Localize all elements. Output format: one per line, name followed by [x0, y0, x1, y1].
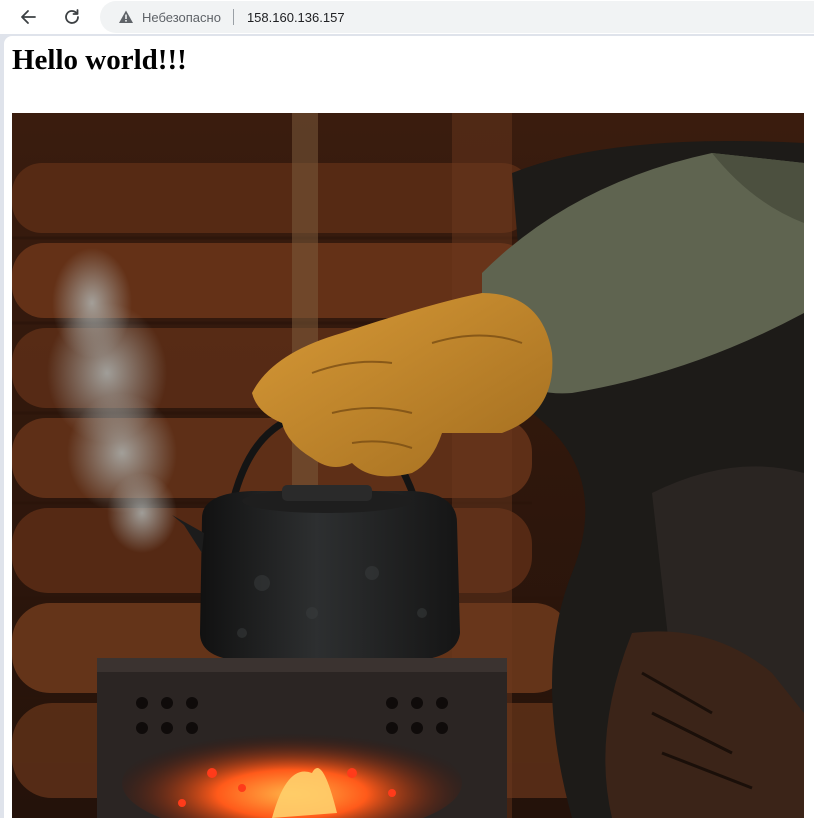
page-viewport: Hello world!!! [4, 36, 814, 818]
kettle-photo [12, 113, 804, 818]
browser-toolbar: Небезопасно 158.160.136.157 [0, 0, 814, 34]
kettle-photo-illustration [12, 113, 804, 818]
arrow-left-icon [21, 10, 36, 24]
reload-button[interactable] [58, 3, 86, 31]
back-button[interactable] [14, 3, 42, 31]
warning-triangle-icon[interactable] [118, 9, 134, 25]
omnibox-divider [232, 9, 234, 25]
page-heading: Hello world!!! [12, 44, 187, 76]
reload-icon [65, 9, 79, 24]
address-bar[interactable]: Небезопасно 158.160.136.157 [100, 1, 814, 33]
url-text[interactable]: 158.160.136.157 [247, 10, 345, 25]
security-status-label[interactable]: Небезопасно [142, 10, 221, 25]
